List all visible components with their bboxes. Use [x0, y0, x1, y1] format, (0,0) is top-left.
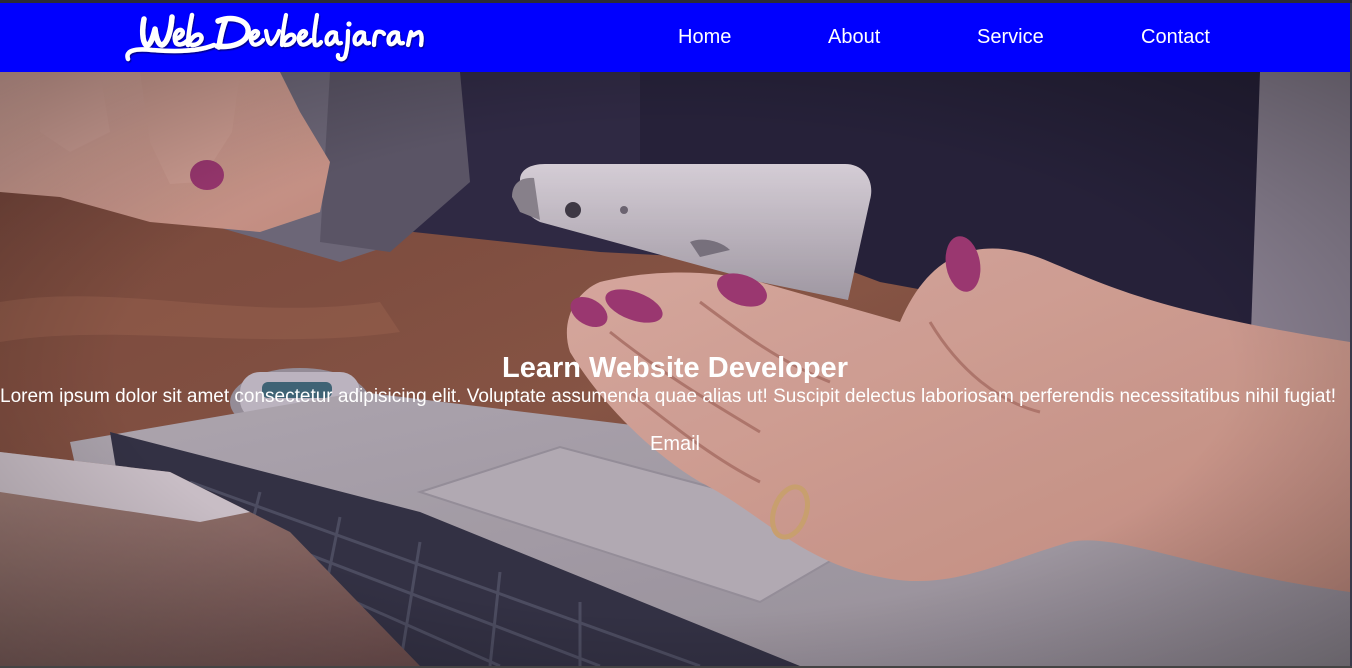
brand-logo-script: [125, 12, 424, 62]
navbar: Home About Service Contact: [0, 3, 1350, 72]
hero-email-area: Email: [0, 432, 1350, 456]
page: Home About Service Contact Learn Website…: [0, 0, 1352, 668]
hero-title: Learn Website Developer: [502, 352, 848, 384]
nav-home-link[interactable]: Home: [678, 25, 731, 49]
hero-description: Lorem ipsum dolor sit amet consectetur a…: [0, 386, 1337, 407]
brand-logo[interactable]: [122, 7, 426, 67]
hero-email-link[interactable]: Email: [650, 433, 700, 455]
nav-contact-link[interactable]: Contact: [1141, 25, 1210, 49]
nav-about-link[interactable]: About: [828, 25, 880, 49]
nav-service-link[interactable]: Service: [977, 25, 1044, 49]
